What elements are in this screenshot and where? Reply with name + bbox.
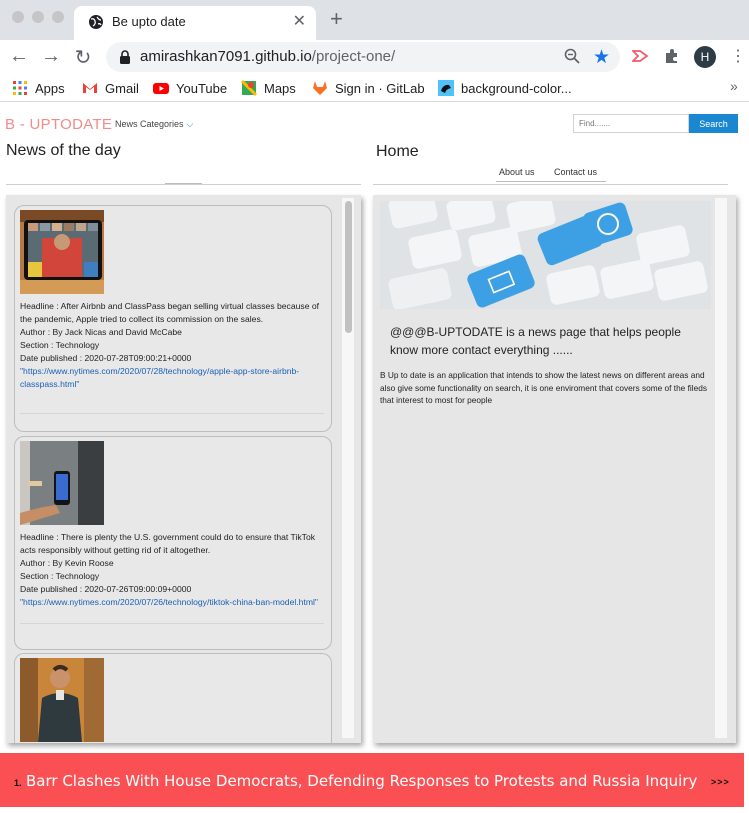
news-scrollbar-thumb[interactable]: [345, 201, 352, 333]
bookmark-maps[interactable]: Maps: [241, 80, 296, 96]
gmail-icon: [83, 83, 97, 93]
nav-underline: [496, 181, 606, 182]
chevron-down-icon: ⌵: [186, 119, 194, 129]
ticker-next-button[interactable]: >>>: [711, 777, 730, 787]
address-bar[interactable]: amirashkan7091.github.io/project-one/ ★: [106, 42, 620, 72]
bookmark-gitlab[interactable]: Sign in · GitLab: [312, 80, 425, 96]
lock-icon: [120, 50, 130, 64]
extension-arrow-icon[interactable]: [632, 48, 650, 64]
card-divider: [20, 623, 324, 624]
tab-title: Be upto date: [112, 14, 186, 29]
right-divider: [373, 184, 728, 185]
site-tagline: @@@B-UPTODATE is a news page that helps …: [390, 325, 681, 357]
web-page: B - UPTODATE News Categories⌵ Search New…: [0, 103, 749, 813]
menu-kebab-icon[interactable]: ⋮: [730, 46, 746, 66]
browser-tab[interactable]: Be upto date ✕: [74, 6, 316, 40]
search-input[interactable]: [573, 114, 689, 133]
bookmarks-overflow-icon[interactable]: »: [730, 78, 738, 94]
new-tab-button[interactable]: +: [330, 6, 343, 32]
bookmark-star-icon[interactable]: ★: [593, 46, 610, 69]
home-panel: @@@B-UPTODATE is a news page that helps …: [373, 195, 736, 743]
nav-contact-us[interactable]: Contact us: [554, 167, 597, 177]
hero-keyboard-image: [380, 201, 711, 309]
bookmark-label: YouTube: [176, 80, 228, 96]
close-tab-icon[interactable]: ✕: [293, 11, 306, 31]
bookmark-youtube[interactable]: YouTube: [153, 80, 227, 96]
zoom-icon[interactable]: [564, 48, 580, 64]
nav-about-us[interactable]: About us: [499, 167, 535, 177]
bookmark-gmail[interactable]: Gmail: [82, 80, 139, 96]
home-title: Home: [376, 143, 419, 160]
news-headline: Headline : After Airbnb and ClassPass be…: [20, 301, 320, 324]
site-brand[interactable]: B - UPTODATE: [5, 116, 112, 133]
gitlab-icon: [313, 81, 327, 95]
categories-label: News Categories: [115, 119, 184, 129]
globe-icon: [89, 15, 103, 29]
news-headline: Headline : There is plenty the U.S. gove…: [20, 532, 316, 555]
youtube-icon: [153, 83, 169, 94]
news-author: Author : By Jack Nicas and David McCabe: [20, 327, 182, 337]
maps-icon: [241, 80, 257, 96]
card-divider: [20, 413, 324, 414]
news-author: Author : By Kevin Roose: [20, 558, 114, 568]
bookmark-favicon-icon: [438, 80, 454, 96]
url-text: amirashkan7091.github.io/project-one/: [140, 48, 396, 65]
profile-avatar[interactable]: H: [694, 46, 716, 68]
reload-icon[interactable]: ↻: [72, 45, 94, 70]
news-date: Date published : 2020-07-26T09:00:09+000…: [20, 584, 192, 594]
ticker-number: 1.: [14, 778, 22, 788]
window-minimize-dot[interactable]: [32, 11, 44, 23]
home-scrollbar[interactable]: [715, 198, 727, 738]
news-card: [14, 653, 332, 743]
bookmark-apps[interactable]: Apps: [12, 80, 65, 96]
headline-ticker[interactable]: 1. Barr Clashes With House Democrats, De…: [0, 753, 744, 807]
news-image-phone: [20, 441, 104, 525]
left-divider: [6, 184, 361, 185]
news-panel[interactable]: Headline : After Airbnb and ClassPass be…: [6, 195, 361, 743]
news-link[interactable]: "https://www.nytimes.com/2020/07/28/tech…: [20, 365, 324, 391]
window-close-dot[interactable]: [12, 11, 24, 23]
news-details: Headline : After Airbnb and ClassPass be…: [20, 300, 324, 391]
news-of-the-day-title: News of the day: [6, 142, 121, 159]
news-image-video-call: [20, 210, 104, 294]
bookmark-label: Sign in · GitLab: [335, 80, 425, 96]
bookmark-label: Maps: [264, 80, 296, 96]
news-scrollbar[interactable]: [342, 198, 354, 738]
site-description: B Up to date is an application that inte…: [380, 370, 707, 405]
bookmark-label: background-color...: [461, 80, 572, 96]
news-card: Headline : There is plenty the U.S. gove…: [14, 436, 332, 650]
news-card: Headline : After Airbnb and ClassPass be…: [14, 205, 332, 432]
puzzle-icon[interactable]: [664, 48, 680, 64]
ticker-headline[interactable]: Barr Clashes With House Democrats, Defen…: [26, 772, 697, 790]
window-zoom-dot[interactable]: [52, 11, 64, 23]
news-date: Date published : 2020-07-28T09:00:21+000…: [20, 353, 192, 363]
bookmarks-bar: Apps Gmail YouTube Maps Sign in · GitLab…: [0, 74, 749, 102]
bookmark-label: Gmail: [105, 80, 139, 96]
apps-grid-icon: [13, 81, 27, 95]
bookmark-label: Apps: [35, 80, 65, 96]
browser-tab-strip: Be upto date ✕ +: [0, 0, 749, 40]
news-section: Section : Technology: [20, 340, 100, 350]
bookmark-background-color[interactable]: background-color...: [438, 80, 572, 96]
news-details: Headline : There is plenty the U.S. gove…: [20, 531, 324, 609]
news-image-speaker: [20, 658, 104, 742]
back-arrow-icon[interactable]: ←: [8, 45, 30, 68]
browser-toolbar: ← → ↻ amirashkan7091.github.io/project-o…: [0, 40, 749, 74]
forward-arrow-icon[interactable]: →: [40, 45, 62, 68]
news-categories-dropdown[interactable]: News Categories ⌵: [115, 119, 193, 130]
news-link[interactable]: "https://www.nytimes.com/2020/07/26/tech…: [20, 596, 324, 609]
search-button[interactable]: Search: [689, 114, 738, 133]
news-section: Section : Technology: [20, 571, 100, 581]
